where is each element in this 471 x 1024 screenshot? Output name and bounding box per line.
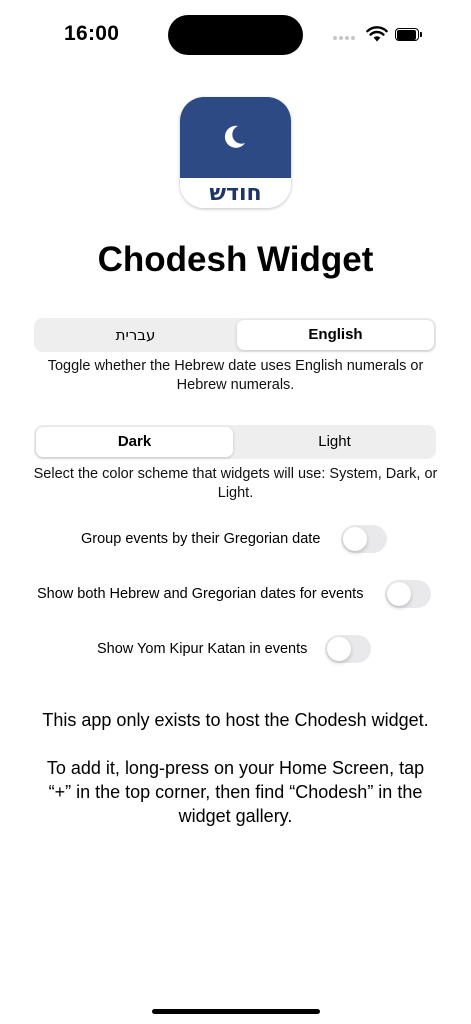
info-text-host: This app only exists to host the Chodesh…	[42, 710, 429, 730]
show-both-dates-toggle[interactable]	[385, 580, 431, 608]
color-scheme-segmented-control[interactable]: Dark Light	[34, 425, 436, 459]
numerals-caption: Toggle whether the Hebrew date uses Engl…	[47, 358, 424, 393]
battery-icon	[395, 28, 422, 41]
wifi-icon	[366, 26, 388, 42]
segment-english[interactable]: English	[237, 320, 434, 350]
app-icon-label: חודש	[180, 178, 291, 208]
numerals-segmented-control[interactable]: עברית English	[34, 318, 436, 352]
cellular-signal-icon	[333, 36, 357, 42]
toggle-knob	[327, 637, 351, 661]
toggle-knob	[343, 527, 367, 551]
segment-light[interactable]: Light	[235, 427, 434, 457]
info-text-instructions: To add it, long-press on your Home Scree…	[46, 758, 425, 826]
group-events-toggle[interactable]	[341, 525, 387, 553]
show-both-dates-label: Show both Hebrew and Gregorian dates for…	[37, 586, 364, 602]
yom-kipur-katan-toggle[interactable]	[325, 635, 371, 663]
status-time: 16:00	[64, 22, 120, 45]
color-scheme-caption: Select the color scheme that widgets wil…	[33, 466, 438, 501]
app-icon: חודש	[180, 97, 291, 208]
app-icon-top	[180, 97, 291, 178]
group-events-label: Group events by their Gregorian date	[81, 531, 321, 547]
page-title: Chodesh Widget	[97, 240, 374, 279]
segment-dark[interactable]: Dark	[36, 427, 233, 457]
segment-hebrew[interactable]: עברית	[36, 320, 235, 350]
crescent-moon-icon	[224, 125, 245, 148]
yom-kipur-katan-label: Show Yom Kipur Katan in events	[97, 641, 308, 657]
home-indicator[interactable]	[152, 1009, 320, 1014]
dynamic-island	[168, 15, 303, 55]
toggle-knob	[387, 582, 411, 606]
